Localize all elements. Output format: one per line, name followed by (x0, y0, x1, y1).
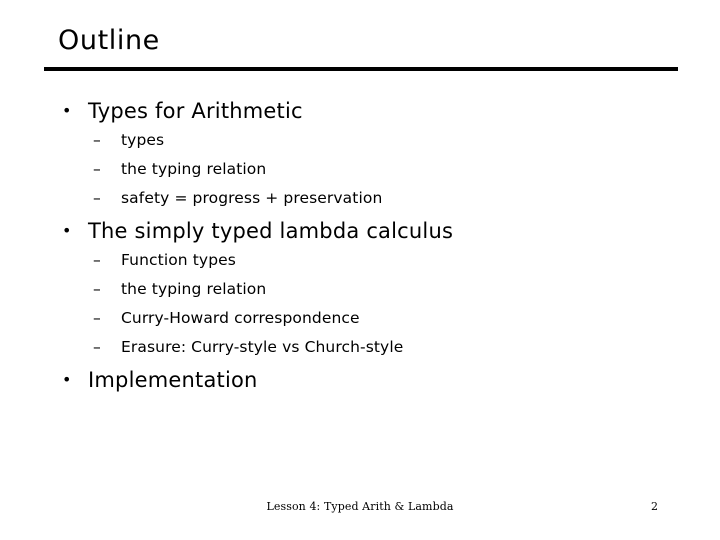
dash-icon: – (93, 131, 101, 149)
slide: Outline • Types for Arithmetic – types –… (0, 0, 720, 540)
outline-subitem-label: Function types (121, 251, 236, 269)
outline-subitem: – Curry-Howard correspondence (0, 304, 720, 333)
page-number: 2 (651, 500, 658, 513)
outline-heading-label: Implementation (88, 368, 258, 392)
slide-body: • Types for Arithmetic – types – the typ… (0, 96, 720, 395)
bullet-icon: • (62, 101, 72, 120)
outline-heading: • Implementation (0, 365, 720, 395)
dash-icon: – (93, 338, 101, 356)
outline-subitem: – types (0, 126, 720, 155)
outline-subitem-label: safety = progress + preservation (121, 189, 383, 207)
outline-section: • Types for Arithmetic – types – the typ… (0, 96, 720, 213)
outline-subitem: – the typing relation (0, 275, 720, 304)
dash-icon: – (93, 251, 101, 269)
dash-icon: – (93, 160, 101, 178)
outline-section: • Implementation (0, 365, 720, 395)
bullet-icon: • (62, 221, 72, 240)
outline-subitem: – the typing relation (0, 155, 720, 184)
outline-subitem-label: the typing relation (121, 160, 267, 178)
outline-subitem-label: types (121, 131, 165, 149)
outline-section: • The simply typed lambda calculus – Fun… (0, 216, 720, 362)
outline-subitem: – Function types (0, 246, 720, 275)
outline-heading-label: The simply typed lambda calculus (88, 219, 454, 243)
outline-heading: • The simply typed lambda calculus (0, 216, 720, 246)
outline-subitem: – safety = progress + preservation (0, 184, 720, 213)
title-divider (44, 67, 678, 71)
dash-icon: – (93, 189, 101, 207)
outline-subitem: – Erasure: Curry-style vs Church-style (0, 333, 720, 362)
bullet-icon: • (62, 370, 72, 389)
outline-subitem-label: Curry-Howard correspondence (121, 309, 360, 327)
dash-icon: – (93, 280, 101, 298)
page-title: Outline (58, 25, 160, 56)
outline-heading-label: Types for Arithmetic (88, 99, 303, 123)
outline-subitem-label: the typing relation (121, 280, 267, 298)
outline-subitem-label: Erasure: Curry-style vs Church-style (121, 338, 404, 356)
dash-icon: – (93, 309, 101, 327)
outline-heading: • Types for Arithmetic (0, 96, 720, 126)
